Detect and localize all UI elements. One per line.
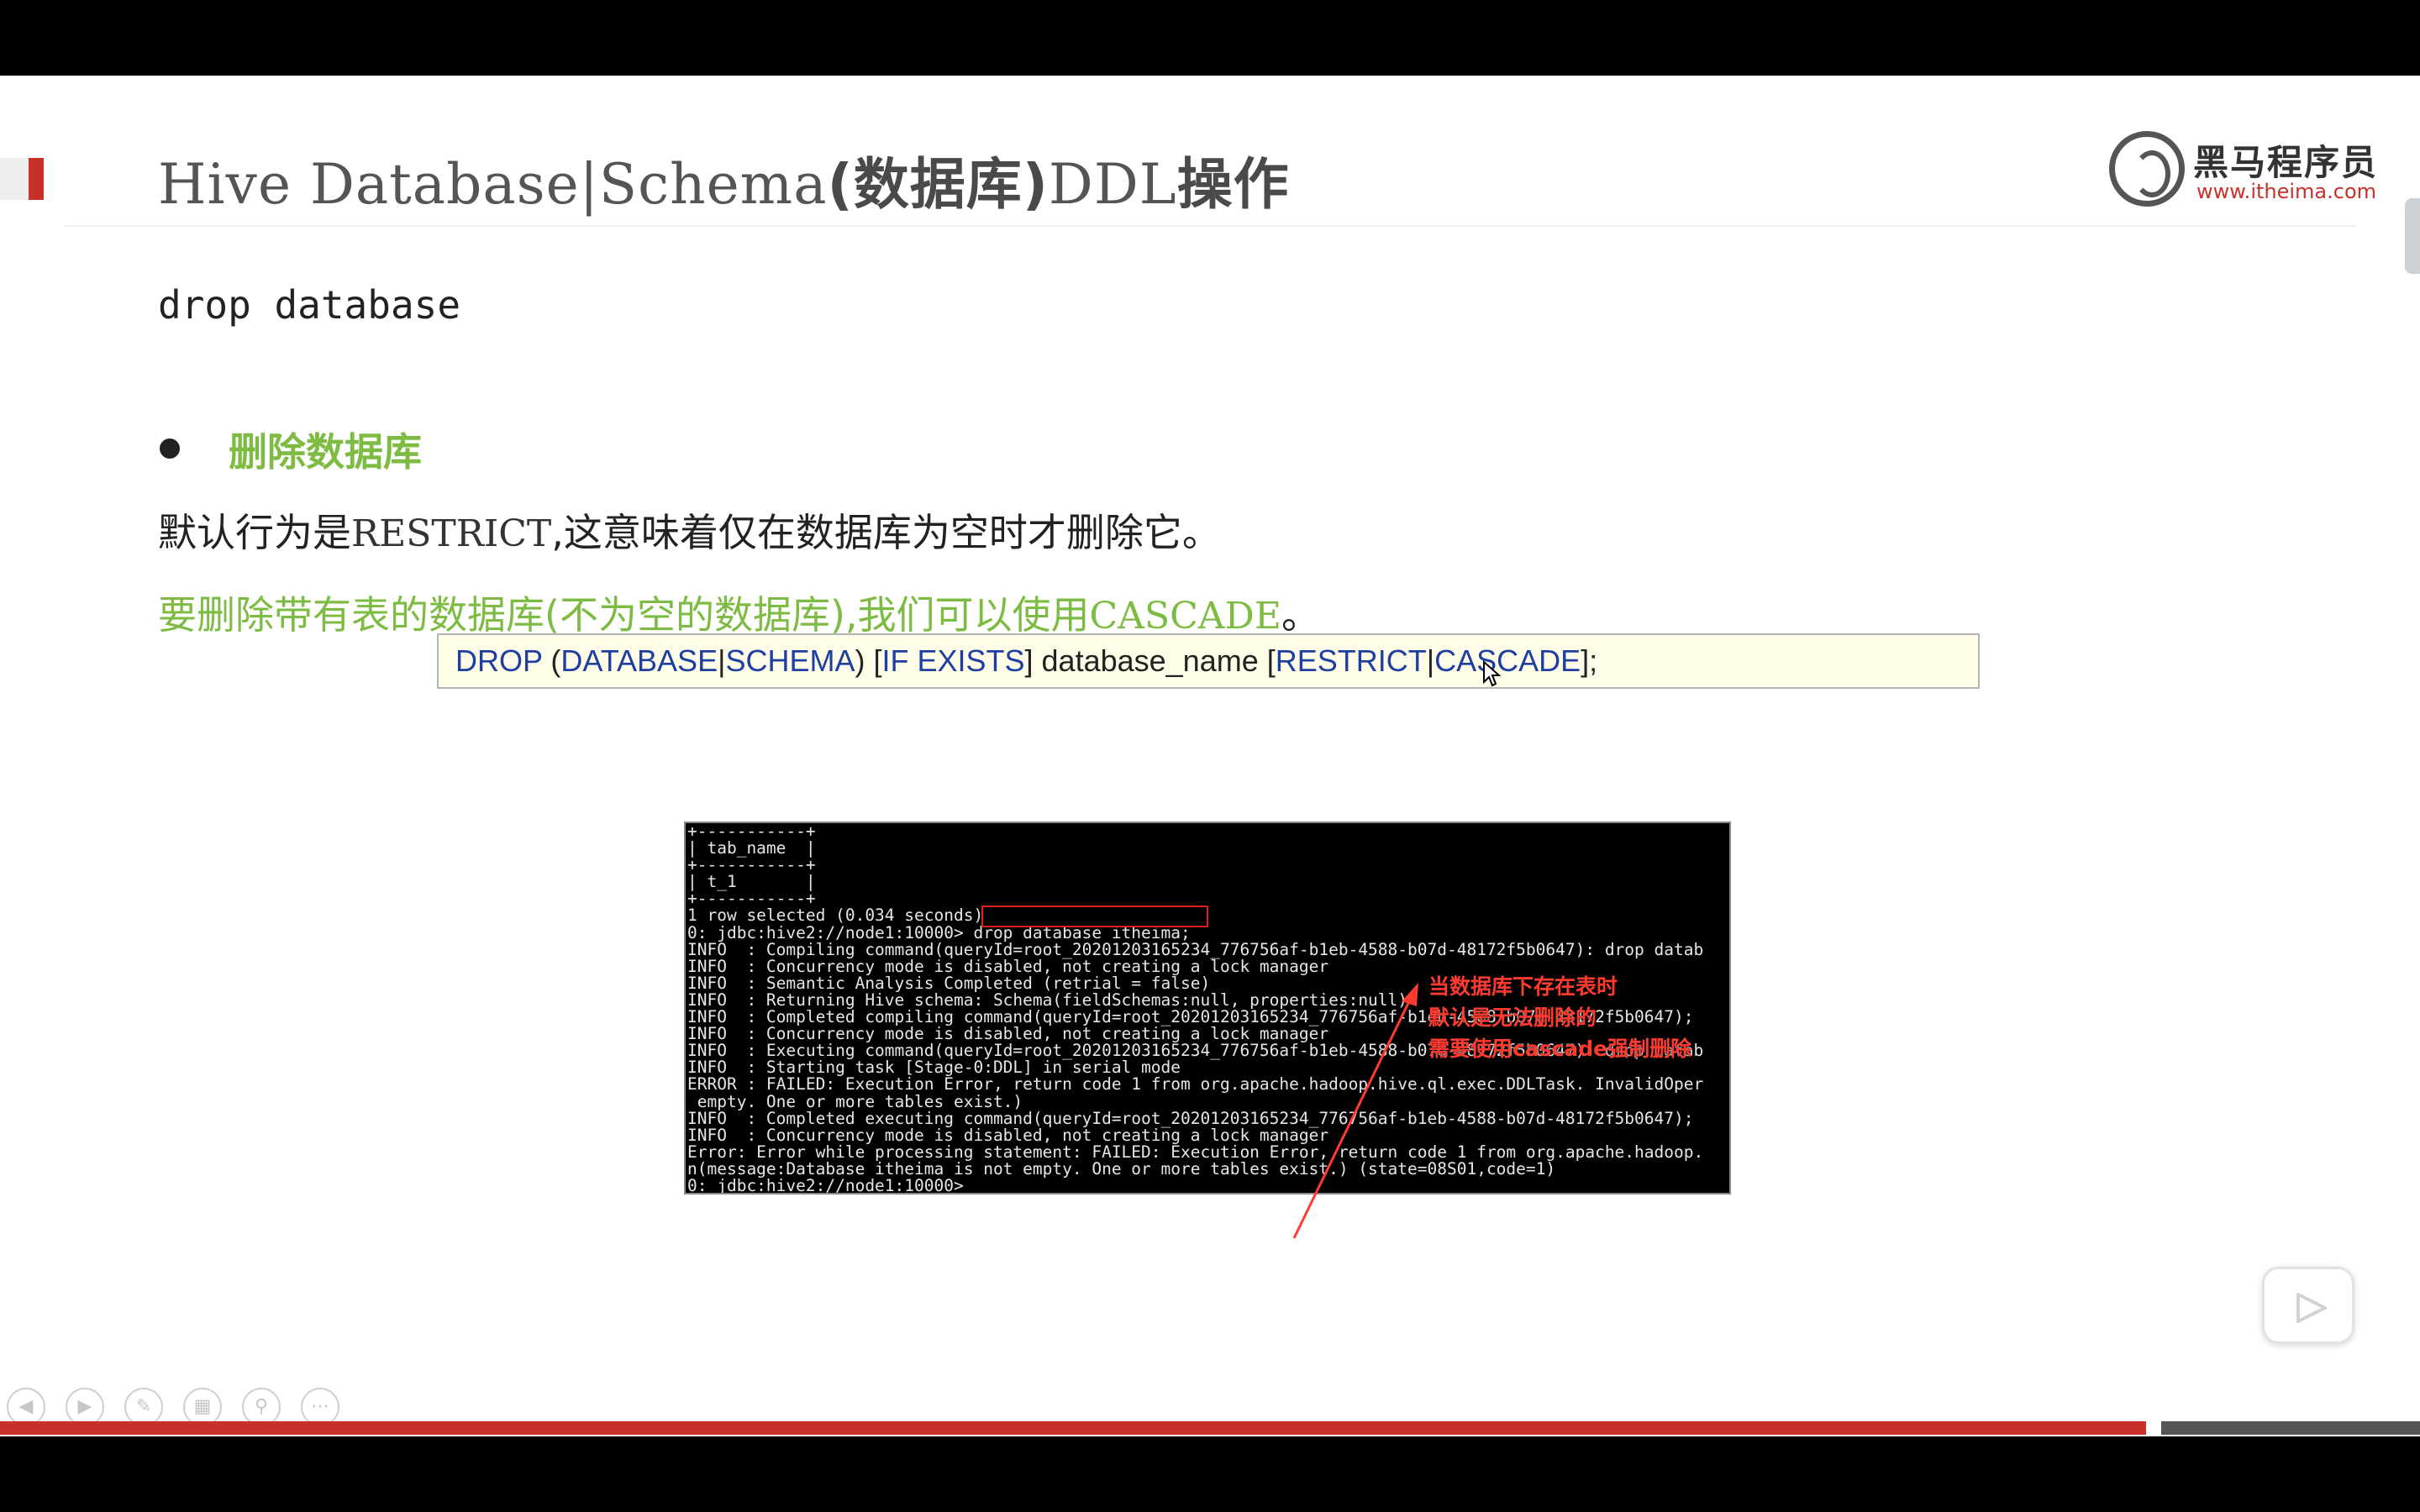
highlight-drop-command (981, 906, 1208, 927)
play-icon (2296, 1293, 2327, 1323)
syntax-end: ]; (1581, 643, 1598, 678)
progress-bar-fill (0, 1421, 2146, 1435)
title-cn: (数据库) (827, 152, 1049, 217)
title-accent-red (29, 158, 44, 200)
play-button[interactable] (2262, 1267, 2354, 1344)
title-ddl: DDL (1048, 152, 1177, 217)
bullet-heading: 删除数据库 (229, 429, 422, 475)
syntax-bar2: | (1426, 643, 1435, 678)
syntax-code-box: DROP (DATABASE | SCHEMA) [IF EXISTS] datab… (437, 633, 1980, 689)
title-prefix: Hive Database|Schema (158, 152, 828, 217)
annotation-line-2: 默认是无法删除的 (1428, 1005, 1597, 1030)
annotation-line-1: 当数据库下存在表时 (1428, 974, 1618, 999)
cascade-description: 要删除带有表的数据库(不为空的数据库),我们可以使用CASCADE。 (158, 585, 1320, 640)
bottom-black-bar (0, 1436, 2420, 1512)
line1-a: 默认行为是 (158, 510, 351, 555)
syntax-close: ) [ (855, 643, 882, 678)
line1-keyword: RESTRICT (351, 512, 552, 555)
progress-bar-track (2161, 1421, 2420, 1435)
bullet-icon (160, 438, 180, 459)
side-panel-handle[interactable] (2405, 198, 2420, 274)
annotation-line-3: 需要使用cascade强制删除 (1428, 1037, 1692, 1061)
syntax-schema: SCHEMA (725, 643, 855, 678)
slide-title: Hive Database|Schema(数据库)DDL操作 (158, 139, 1290, 220)
syntax-drop: DROP (455, 643, 543, 678)
syntax-open: ( (542, 643, 561, 678)
logo-text: 黑马程序员 (2193, 142, 2379, 183)
syntax-mid: ] database_name [ (1024, 643, 1276, 678)
itheima-logo: 黑马程序员 www.itheima.com (2109, 131, 2378, 207)
presentation-slide: Hive Database|Schema(数据库)DDL操作 黑马程序员 www… (0, 76, 2420, 1436)
logo-url: www.itheima.com (2196, 180, 2377, 203)
subheading: drop database (158, 282, 461, 328)
terminal-annotation: 当数据库下存在表时 默认是无法删除的 需要使用cascade强制删除 (1428, 971, 1691, 1064)
line2-a: 要删除带有表的数据库(不为空的数据库),我们可以使用 (158, 592, 1090, 638)
title-divider (64, 225, 2356, 227)
syntax-cascade: CASCADE (1434, 643, 1581, 678)
syntax-database: DATABASE (560, 643, 718, 678)
mouse-cursor-icon (1483, 660, 1501, 687)
line2-keyword: CASCADE (1089, 595, 1281, 638)
logo-icon (2109, 131, 2185, 207)
title-suffix: 操作 (1176, 152, 1290, 217)
line2-end: 。 (1281, 592, 1320, 638)
line1-b: ,这意味着仅在数据库为空时才删除它。 (551, 510, 1221, 555)
syntax-restrict: RESTRICT (1275, 643, 1427, 678)
syntax-if-exists: IF EXISTS (881, 643, 1025, 678)
restrict-description: 默认行为是RESTRICT,这意味着仅在数据库为空时才删除它。 (158, 502, 1221, 558)
top-black-bar (0, 0, 2420, 76)
